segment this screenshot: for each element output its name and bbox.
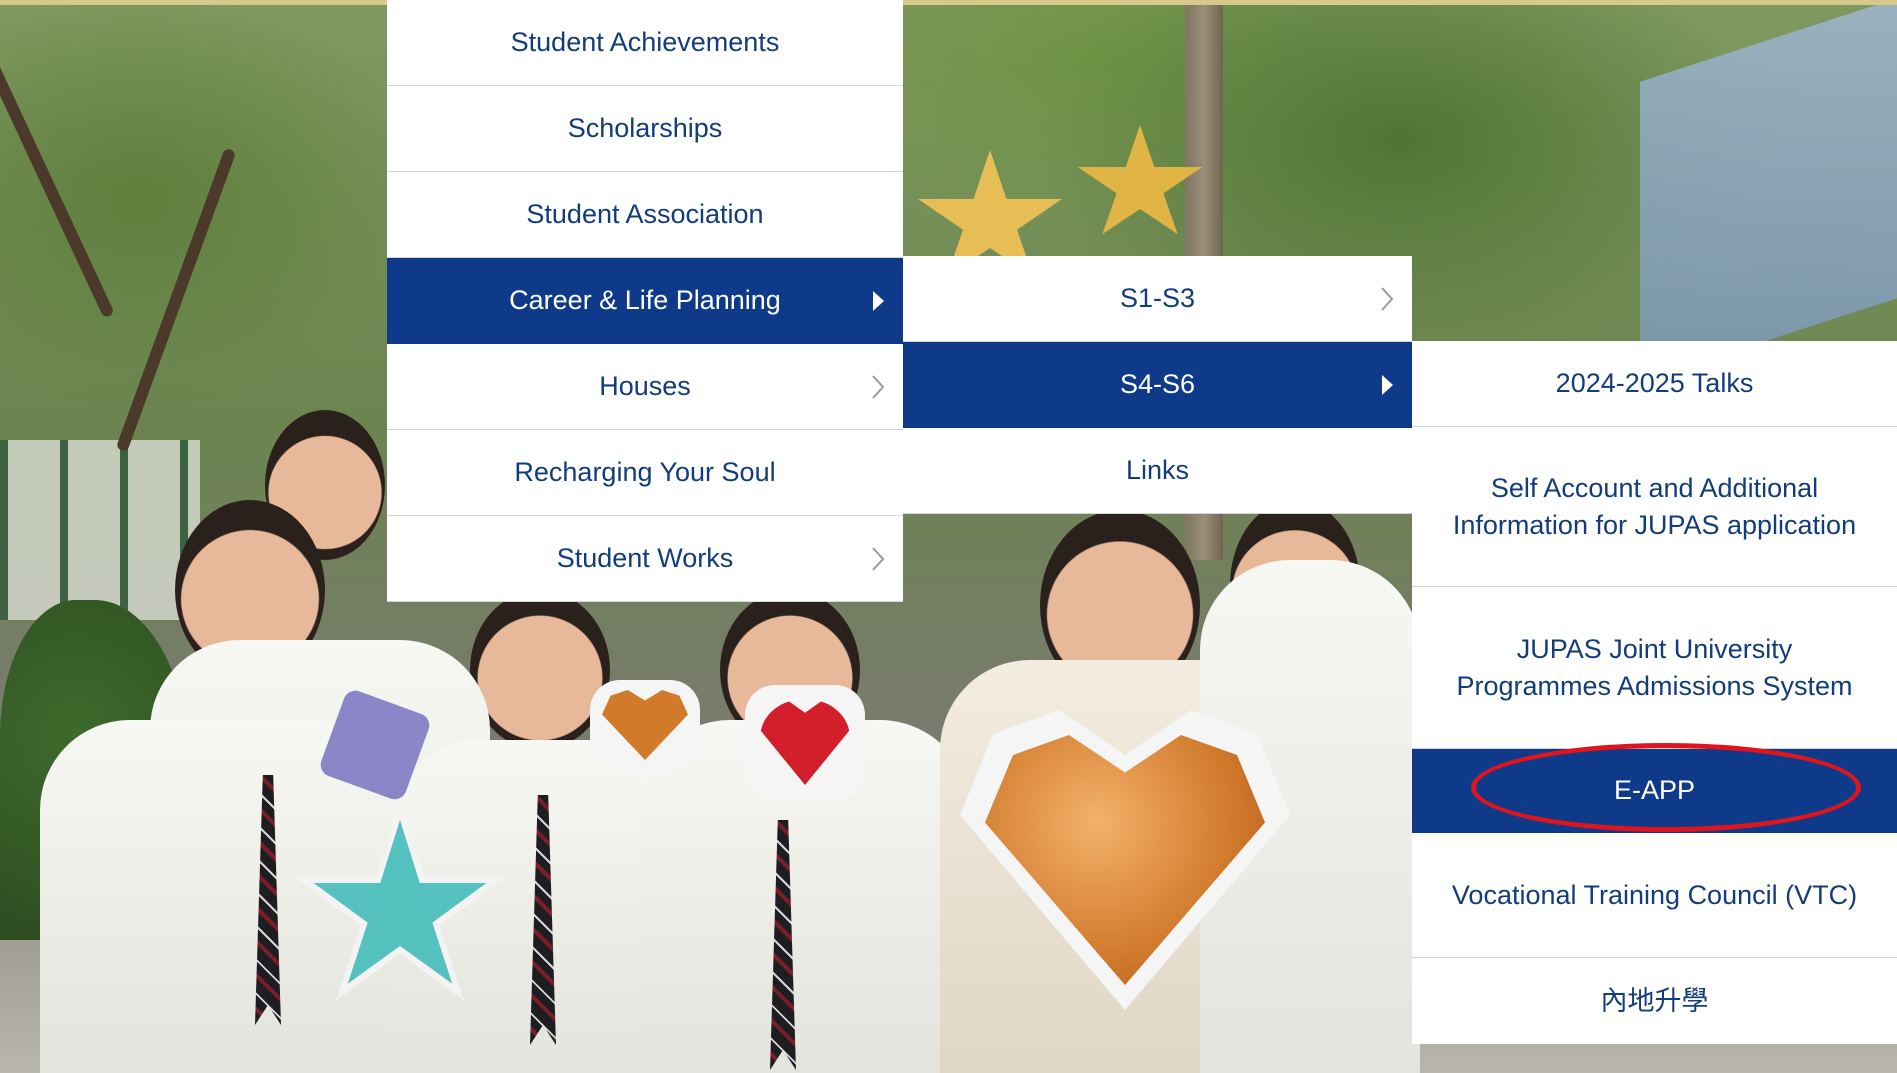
chevron-right-icon: [867, 546, 889, 571]
menu-item-label: JUPAS Joint University Programmes Admiss…: [1456, 633, 1853, 701]
menu-item-label: Student Achievements: [510, 27, 780, 57]
menu-item-jupas-system[interactable]: JUPAS Joint University Programmes Admiss…: [1412, 587, 1897, 749]
menu-item-label: Student Works: [556, 543, 734, 573]
menu-item-label: Scholarships: [567, 113, 723, 143]
menu-item-houses[interactable]: Houses: [387, 344, 903, 430]
menu-item-label: Recharging Your Soul: [514, 457, 776, 487]
menu-item-s4-s6[interactable]: S4-S6: [903, 342, 1412, 428]
menu-item-student-achievements[interactable]: Student Achievements: [387, 0, 903, 86]
menu-item-label: Houses: [599, 371, 691, 401]
menu-item-label: Self Account and Additional Information …: [1452, 472, 1857, 540]
menu-level1: Student Achievements Scholarships Studen…: [387, 0, 903, 602]
menu-item-links[interactable]: Links: [903, 428, 1412, 514]
top-border: [0, 0, 1897, 5]
menu-item-2024-2025-talks[interactable]: 2024-2025 Talks: [1412, 341, 1897, 427]
menu-item-student-association[interactable]: Student Association: [387, 172, 903, 258]
menu-item-label: Career & Life Planning: [509, 285, 781, 315]
triangle-right-icon: [1376, 374, 1398, 396]
menu-item-jupas-self-account[interactable]: Self Account and Additional Information …: [1412, 427, 1897, 587]
tree-branch: [0, 41, 115, 319]
menu-item-label: Links: [1125, 455, 1190, 485]
menu-item-s1-s3[interactable]: S1-S3: [903, 256, 1412, 342]
menu-item-label: Vocational Training Council (VTC): [1451, 879, 1858, 910]
person: [470, 590, 610, 750]
menu-item-recharging-your-soul[interactable]: Recharging Your Soul: [387, 430, 903, 516]
menu-item-label: 內地升學: [1600, 985, 1709, 1016]
menu-item-label: 2024-2025 Talks: [1555, 368, 1754, 398]
menu-item-scholarships[interactable]: Scholarships: [387, 86, 903, 172]
chevron-right-icon: [1376, 286, 1398, 311]
menu-item-label: S4-S6: [1119, 369, 1196, 399]
menu-item-vtc[interactable]: Vocational Training Council (VTC): [1412, 833, 1897, 958]
menu-item-label: S1-S3: [1119, 283, 1196, 313]
menu-item-career-life-planning[interactable]: Career & Life Planning: [387, 258, 903, 344]
menu-item-label: Student Association: [526, 199, 764, 229]
menu-level2: S1-S3 S4-S6 Links: [903, 256, 1412, 514]
triangle-right-icon: [867, 290, 889, 312]
menu-item-student-works[interactable]: Student Works: [387, 516, 903, 602]
fence: [0, 440, 200, 620]
chevron-right-icon: [867, 374, 889, 399]
menu-level3: 2024-2025 Talks Self Account and Additio…: [1412, 341, 1897, 1044]
menu-item-mainland-study[interactable]: 內地升學: [1412, 958, 1897, 1044]
menu-item-e-app[interactable]: E-APP: [1412, 749, 1897, 833]
building-wall: [1640, 0, 1897, 382]
menu-item-label: E-APP: [1613, 775, 1696, 805]
tree-branch: [115, 147, 237, 453]
